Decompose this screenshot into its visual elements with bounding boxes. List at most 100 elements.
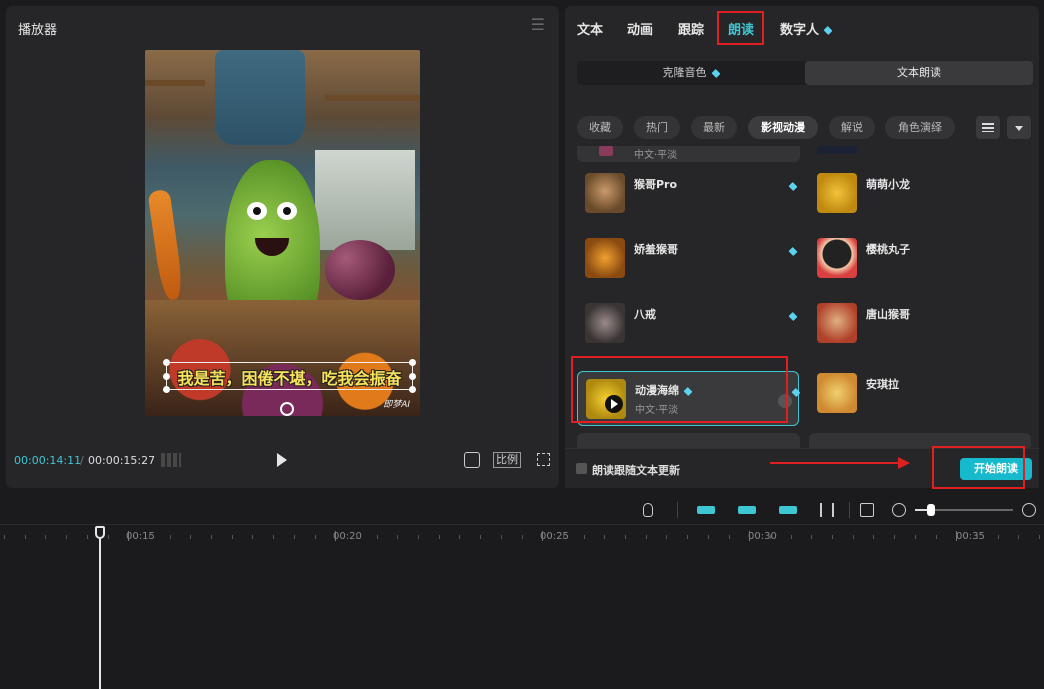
diamond-icon (784, 176, 798, 195)
chevron-down-icon[interactable] (1007, 116, 1031, 139)
filter-hot[interactable]: 热门 (634, 116, 680, 139)
avatar (585, 173, 625, 213)
minor-tick (666, 535, 668, 539)
subtitle-selection-box[interactable]: 我是苦，困倦不堪，吃我会振奋 (163, 359, 416, 393)
voice-card[interactable] (577, 433, 800, 448)
minor-tick (190, 535, 192, 539)
diamond-icon (823, 25, 833, 36)
major-tick (542, 531, 544, 541)
minor-tick (728, 535, 730, 539)
player-title: 播放器 (18, 23, 58, 38)
voice-card[interactable]: 安琪拉 (809, 366, 1031, 421)
voice-mode-segmented-control: 克隆音色 文本朗读 (577, 61, 1033, 85)
vegetables-table (145, 300, 420, 416)
minor-tick (852, 535, 854, 539)
minor-tick (687, 535, 689, 539)
tick-label: 00:15 (126, 531, 155, 542)
diamond-icon (787, 382, 801, 401)
subtitle-text[interactable]: 我是苦，困倦不堪，吃我会振奋 (167, 365, 412, 389)
minor-tick (397, 535, 399, 539)
major-tick (128, 531, 130, 541)
shelf (325, 95, 420, 101)
segment-clone-voice[interactable]: 克隆音色 (577, 61, 805, 85)
linkage-icon[interactable] (779, 506, 797, 514)
minor-tick (935, 535, 937, 539)
divider (849, 502, 850, 518)
zoom-slider-handle[interactable] (927, 504, 935, 516)
minor-tick (252, 535, 254, 539)
minor-tick (211, 535, 212, 539)
video-preview[interactable]: 我是苦，困倦不堪，吃我会振奋 即梦AI (145, 50, 420, 416)
minor-tick (645, 535, 647, 539)
major-tick (749, 531, 751, 541)
waveform-icon[interactable] (161, 453, 181, 467)
tick-label: 00:25 (540, 531, 569, 542)
microphone-icon[interactable] (643, 503, 653, 517)
major-tick (335, 531, 337, 541)
voice-card[interactable]: 萌萌小龙 (809, 166, 1031, 221)
kitchen-hood (215, 50, 305, 145)
time-separator: / (80, 454, 84, 467)
eye (247, 202, 267, 220)
segment-text-read[interactable]: 文本朗读 (805, 61, 1033, 85)
grapes-image (325, 240, 395, 300)
playhead-handle[interactable] (95, 526, 105, 539)
minor-tick (45, 535, 47, 539)
avatar (817, 146, 857, 154)
voice-name: 八戒 (634, 308, 656, 321)
play-button[interactable] (277, 453, 287, 467)
tick-label: 00:20 (333, 531, 362, 542)
minor-tick (314, 535, 316, 539)
voice-subtitle: 中文·平淡 (634, 150, 678, 161)
fullscreen-icon[interactable] (537, 453, 550, 466)
voice-name: 萌萌小龙 (866, 178, 910, 191)
link-main-track-icon[interactable] (697, 506, 715, 514)
voice-card[interactable]: 八戒 (577, 296, 799, 351)
voice-name: 娇羞猴哥 (634, 243, 678, 256)
filter-favorites[interactable]: 收藏 (577, 116, 623, 139)
minor-tick (707, 535, 709, 539)
minor-tick (169, 535, 171, 539)
minor-tick (418, 535, 419, 539)
voice-card[interactable]: 猴哥Pro (577, 166, 799, 221)
tab-digital-human[interactable]: 数字人 (780, 19, 833, 38)
minor-tick (769, 535, 771, 539)
fit-view-icon[interactable] (464, 452, 480, 468)
voice-card[interactable]: 唐山猴哥 (809, 296, 1031, 351)
playhead[interactable] (99, 528, 101, 689)
minor-tick (438, 535, 440, 539)
ratio-button[interactable]: 比例 (493, 452, 521, 468)
follow-text-checkbox[interactable] (576, 463, 587, 474)
filter-commentary[interactable]: 解说 (829, 116, 875, 139)
tick-label: 00:35 (956, 531, 985, 542)
minor-tick (914, 535, 916, 539)
diamond-icon (710, 68, 721, 78)
split-icon[interactable] (820, 503, 834, 517)
kitchen-window (315, 150, 415, 250)
menu-icon[interactable]: ☰ (531, 15, 545, 34)
timeline-toolbar (0, 494, 1044, 524)
tab-animation[interactable]: 动画 (627, 19, 653, 38)
voice-card[interactable]: 娇羞猴哥 (577, 231, 799, 286)
minor-tick (562, 535, 564, 539)
properties-panel: 文本 动画 跟踪 朗读 数字人 克隆音色 文本朗读 收藏 热门 最新 影视动漫 … (565, 6, 1039, 489)
avatar (817, 303, 857, 343)
preview-axis-icon[interactable] (860, 503, 874, 517)
tab-tracking[interactable]: 跟踪 (678, 19, 704, 38)
tab-text[interactable]: 文本 (577, 19, 603, 38)
zoom-out-icon[interactable] (892, 503, 906, 517)
filter-film-anime[interactable]: 影视动漫 (748, 116, 818, 139)
avatar (585, 238, 625, 278)
voice-card[interactable]: 中文·平淡 (577, 146, 800, 162)
timeline-ruler[interactable]: 00:15 00:20 00:25 00:30 00:35 (0, 524, 1044, 546)
voice-name: 猴哥Pro (634, 178, 678, 191)
filter-newest[interactable]: 最新 (691, 116, 737, 139)
voice-list: 中文·平淡 猴哥Pro 萌萌小龙 娇羞猴哥 樱桃丸子 八戒 唐山猴哥 动漫海绵 … (565, 146, 1039, 448)
zoom-in-icon[interactable] (1022, 503, 1036, 517)
snap-icon[interactable] (738, 506, 756, 514)
voice-card[interactable]: 樱桃丸子 (809, 231, 1031, 286)
filter-role-play[interactable]: 角色演绎 (885, 116, 955, 139)
minor-tick (273, 535, 275, 539)
rotate-icon[interactable] (280, 402, 294, 416)
filter-icon[interactable] (976, 116, 1000, 139)
